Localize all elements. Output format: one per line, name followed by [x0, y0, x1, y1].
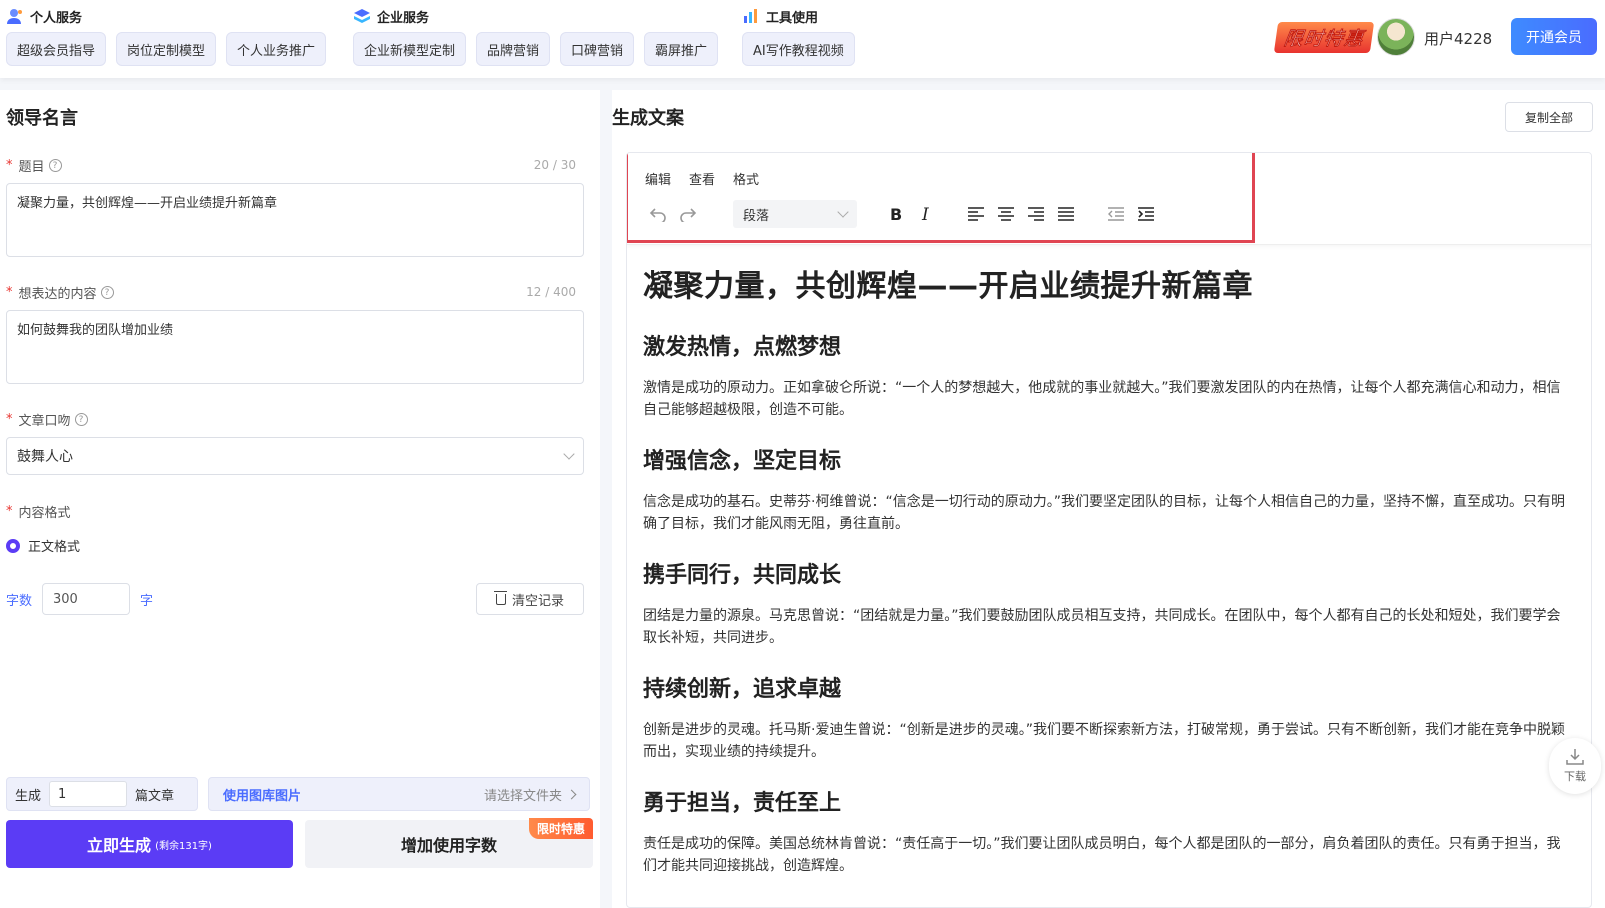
topic-counter: 20 / 30: [533, 158, 576, 172]
doc-heading: 携手同行，共同成长: [643, 563, 842, 588]
block-format-select[interactable]: 段落: [733, 200, 857, 228]
generate-options-row: 生成 1 篇文章 使用图库图片 请选择文件夹: [6, 777, 590, 811]
person-icon: [7, 9, 22, 24]
redo-icon[interactable]: [673, 200, 703, 228]
help-icon[interactable]: ?: [100, 286, 114, 299]
doc-heading: 持续创新，追求卓越: [643, 677, 842, 702]
align-center-icon[interactable]: [991, 200, 1021, 228]
doc-title: 凝聚力量，共创辉煌——开启业绩提升新篇章: [643, 269, 1253, 304]
nav-item-job-model[interactable]: 岗位定制模型: [116, 32, 217, 66]
chart-icon: [744, 9, 757, 23]
align-left-icon[interactable]: [961, 200, 991, 228]
help-icon[interactable]: ?: [74, 413, 88, 426]
nav-group-title: 个人服务: [30, 10, 83, 26]
copy-all-button[interactable]: 复制全部: [1505, 102, 1593, 132]
content-label: * 想表达的内容?: [6, 283, 114, 302]
top-nav: 个人服务 超级会员指导 岗位定制模型 个人业务推广 企业服务 企业新模型定制 品…: [0, 0, 1605, 78]
rich-text-editor: 编辑 查看 格式 段落 B I 凝聚力量，共创辉煌——开启业绩提升新篇章 激发热…: [626, 152, 1592, 908]
layers-icon: [354, 9, 370, 23]
bold-icon[interactable]: B: [881, 200, 911, 228]
nav-group-title: 工具使用: [766, 10, 819, 26]
tone-select[interactable]: 鼓舞人心: [6, 437, 584, 475]
radio-selected-icon: [6, 538, 20, 553]
nav-item-enterprise-model[interactable]: 企业新模型定制: [353, 32, 467, 66]
nav-item-brand-marketing[interactable]: 品牌营销: [476, 32, 551, 66]
content-counter: 12 / 400: [526, 285, 576, 299]
menu-format[interactable]: 格式: [733, 169, 759, 188]
highlight-box: [627, 153, 1255, 243]
chevron-right-icon: [566, 789, 577, 799]
indent-icon[interactable]: [1131, 200, 1161, 228]
nav-item-ai-tutorial[interactable]: AI写作教程视频: [742, 32, 855, 66]
open-vip-button[interactable]: 开通会员: [1511, 18, 1597, 55]
download-button[interactable]: 下载: [1549, 738, 1601, 794]
doc-paragraph: 创新是进步的灵魂。托马斯·爱迪生曾说：“创新是进步的灵魂。”我们要不断探索新方法…: [643, 722, 1565, 760]
output-title: 生成文案: [612, 108, 684, 129]
doc-paragraph: 激情是成功的原动力。正如拿破仑所说：“一个人的梦想越大，他成就的事业就越大。”我…: [643, 380, 1561, 418]
wordcount-label: 字数: [6, 593, 33, 609]
align-justify-icon[interactable]: [1051, 200, 1081, 228]
topic-label: * 题目?: [6, 156, 62, 175]
doc-paragraph: 责任是成功的保障。美国总统林肯曾说：“责任高于一切。”我们要让团队成员明白，每个…: [643, 836, 1561, 874]
align-right-icon[interactable]: [1021, 200, 1051, 228]
generate-count-box: 生成 1 篇文章: [6, 777, 198, 811]
promo-badge[interactable]: 限时特惠: [1273, 22, 1375, 53]
content-input[interactable]: 如何鼓舞我的团队增加业绩: [6, 310, 584, 384]
nav-group-title: 企业服务: [377, 10, 430, 26]
svg-text:B: B: [890, 206, 902, 222]
promo-tag: 限时特惠: [528, 818, 593, 839]
trash-icon: [493, 590, 507, 605]
tone-label: * 文章口吻?: [6, 410, 88, 429]
username[interactable]: 用户4228: [1424, 28, 1492, 49]
generate-count-input[interactable]: 1: [49, 781, 128, 807]
wordcount-row: 字数 300 字: [6, 583, 153, 615]
undo-icon[interactable]: [643, 200, 673, 228]
nav-item-screen-promo[interactable]: 霸屏推广: [644, 32, 719, 66]
format-radio-body[interactable]: 正文格式: [6, 536, 80, 555]
chevron-down-icon: [563, 448, 575, 460]
editor-content[interactable]: 凝聚力量，共创辉煌——开启业绩提升新篇章 激发热情，点燃梦想 激情是成功的原动力…: [643, 261, 1573, 899]
doc-paragraph: 团结是力量的源泉。马克思曾说：“团结就是力量。”我们要鼓励团队成员相互支持，共同…: [643, 608, 1561, 646]
download-icon: [1566, 749, 1584, 765]
doc-heading: 增强信念，坚定目标: [643, 449, 842, 474]
nav-item-wom-marketing[interactable]: 口碑营销: [560, 32, 635, 66]
nav-group-tools: 工具使用 AI写作教程视频: [742, 6, 855, 66]
menu-view[interactable]: 查看: [689, 169, 715, 188]
doc-heading: 激发热情，点燃梦想: [643, 335, 842, 360]
avatar[interactable]: [1377, 18, 1415, 56]
format-label: * 内容格式: [6, 504, 71, 521]
generate-now-button[interactable]: 立即生成 (剩余131字): [6, 820, 293, 868]
editor-menubar: 编辑 查看 格式: [645, 169, 759, 188]
topic-input[interactable]: 凝聚力量，共创辉煌——开启业绩提升新篇章: [6, 183, 584, 257]
form-title: 领导名言: [6, 108, 78, 129]
output-panel: 生成文案 复制全部 编辑 查看 格式 段落 B I 凝聚力量，共创辉煌——开启业…: [612, 90, 1605, 908]
clear-history-button[interactable]: 清空记录: [476, 583, 584, 615]
svg-text:I: I: [921, 206, 929, 222]
italic-icon[interactable]: I: [911, 200, 941, 228]
nav-group-personal: 个人服务 超级会员指导 岗位定制模型 个人业务推广: [6, 6, 327, 66]
nav-item-super-vip[interactable]: 超级会员指导: [6, 32, 107, 66]
tone-value: 鼓舞人心: [17, 449, 73, 465]
chevron-down-icon: [837, 206, 849, 218]
nav-item-personal-promo[interactable]: 个人业务推广: [226, 32, 327, 66]
outdent-icon[interactable]: [1101, 200, 1131, 228]
wordcount-input[interactable]: 300: [42, 583, 131, 615]
form-panel: 领导名言 * 题目? 20 / 30 凝聚力量，共创辉煌——开启业绩提升新篇章 *…: [0, 90, 600, 908]
nav-group-enterprise: 企业服务 企业新模型定制 品牌营销 口碑营销 霸屏推广: [353, 6, 719, 66]
help-icon[interactable]: ?: [48, 159, 62, 172]
add-words-button[interactable]: 增加使用字数 限时特惠: [305, 818, 593, 868]
doc-heading: 勇于担当，责任至上: [643, 791, 842, 816]
editor-toolbar: 编辑 查看 格式 段落 B I: [627, 153, 1591, 245]
doc-paragraph: 信念是成功的基石。史蒂芬·柯维曾说：“信念是一切行动的原动力。”我们要坚定团队的…: [643, 494, 1565, 532]
wordcount-unit: 字: [140, 593, 154, 609]
image-library-select[interactable]: 使用图库图片 请选择文件夹: [208, 777, 590, 811]
menu-edit[interactable]: 编辑: [645, 169, 671, 188]
